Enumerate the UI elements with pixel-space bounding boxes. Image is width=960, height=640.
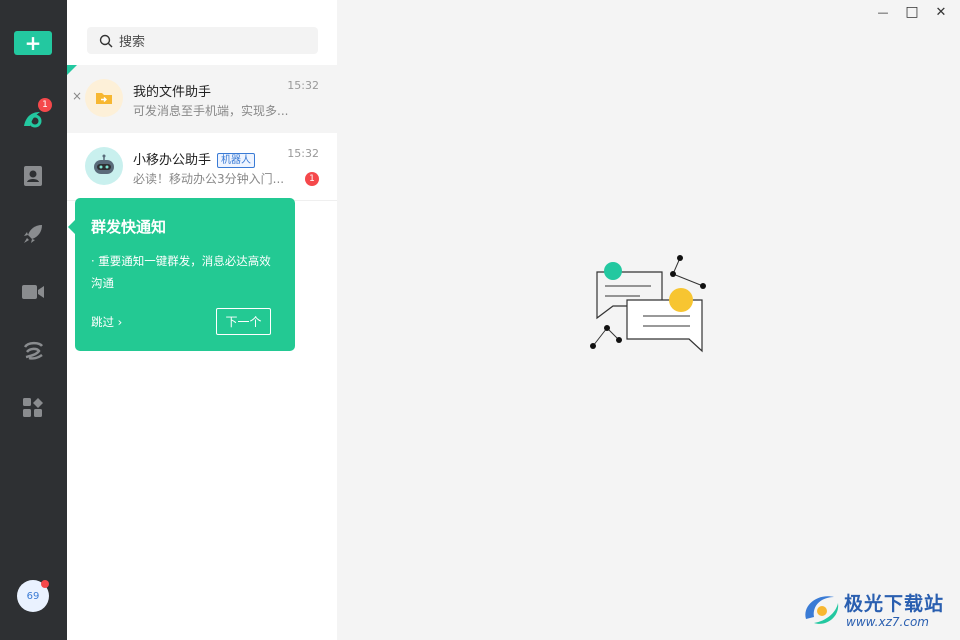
conversation-name: 我的文件助手 [133, 85, 212, 100]
avatar [85, 79, 123, 117]
conversation-item-file-assistant[interactable]: × 我的文件助手 15:32 可发消息至手机端，实现多... [67, 65, 337, 133]
skip-button[interactable]: 跳过 › [91, 314, 122, 330]
next-button[interactable]: 下一个 [216, 308, 271, 335]
robot-tag: 机器人 [217, 153, 256, 168]
chat-illustration [590, 255, 706, 353]
pinned-marker [67, 65, 77, 75]
conversation-preview: 可发消息至手机端，实现多... [133, 104, 289, 118]
tooltip-description: · 重要通知一键群发，消息必达高效沟通 [91, 254, 271, 290]
nav-workspace[interactable] [20, 221, 46, 247]
rocket-icon [24, 225, 42, 243]
watermark: 极光下载站 www.xz7.com [800, 587, 960, 637]
messages-badge: 1 [38, 98, 52, 112]
close-window-icon: ✕ [935, 4, 947, 20]
minimize-icon: — [877, 5, 889, 19]
maximize-button[interactable]: □ [897, 2, 927, 22]
watermark-url: www.xz7.com [846, 615, 929, 629]
cloud-icon [23, 341, 43, 360]
onboarding-tooltip: 群发快通知 · 重要通知一键群发，消息必达高效沟通 跳过 › 下一个 [68, 198, 295, 351]
search-icon [99, 34, 113, 47]
nav-meeting[interactable] [20, 279, 46, 305]
nav-cloud[interactable] [20, 337, 46, 363]
apps-icon [23, 398, 43, 417]
unread-badge: 1 [305, 172, 319, 186]
left-rail: + 1 69 [0, 0, 67, 640]
minimize-button[interactable]: — [868, 2, 898, 22]
robot-icon [94, 154, 114, 174]
close-icon[interactable]: × [72, 89, 82, 103]
watermark-logo [805, 596, 839, 624]
conversation-time: 15:32 [287, 79, 319, 92]
maximize-icon: □ [905, 4, 919, 20]
conversation-time: 15:32 [287, 147, 319, 160]
contacts-icon [24, 166, 42, 186]
folder-icon [96, 93, 112, 104]
nav-contacts[interactable] [20, 163, 46, 189]
search-placeholder: 搜索 [119, 35, 146, 50]
tooltip-title: 群发快通知 [91, 218, 167, 236]
add-button[interactable]: + [14, 31, 52, 55]
conversation-name: 小移办公助手 机器人 [133, 149, 256, 168]
video-icon [22, 285, 44, 299]
conversation-name-text: 小移办公助手 [133, 153, 212, 168]
plus-icon: + [24, 31, 42, 55]
avatar [85, 147, 123, 185]
close-window-button[interactable]: ✕ [926, 2, 956, 22]
conversation-preview: 必读！移动办公3分钟入门... [133, 172, 285, 186]
avatar-status-dot [41, 580, 49, 588]
nav-apps[interactable] [20, 395, 46, 421]
conversation-item-office-assistant[interactable]: 小移办公助手 机器人 15:32 必读！移动办公3分钟入门... 1 [67, 133, 337, 201]
watermark-brand: 极光下载站 [844, 593, 945, 615]
search-input[interactable]: 搜索 [87, 27, 318, 54]
